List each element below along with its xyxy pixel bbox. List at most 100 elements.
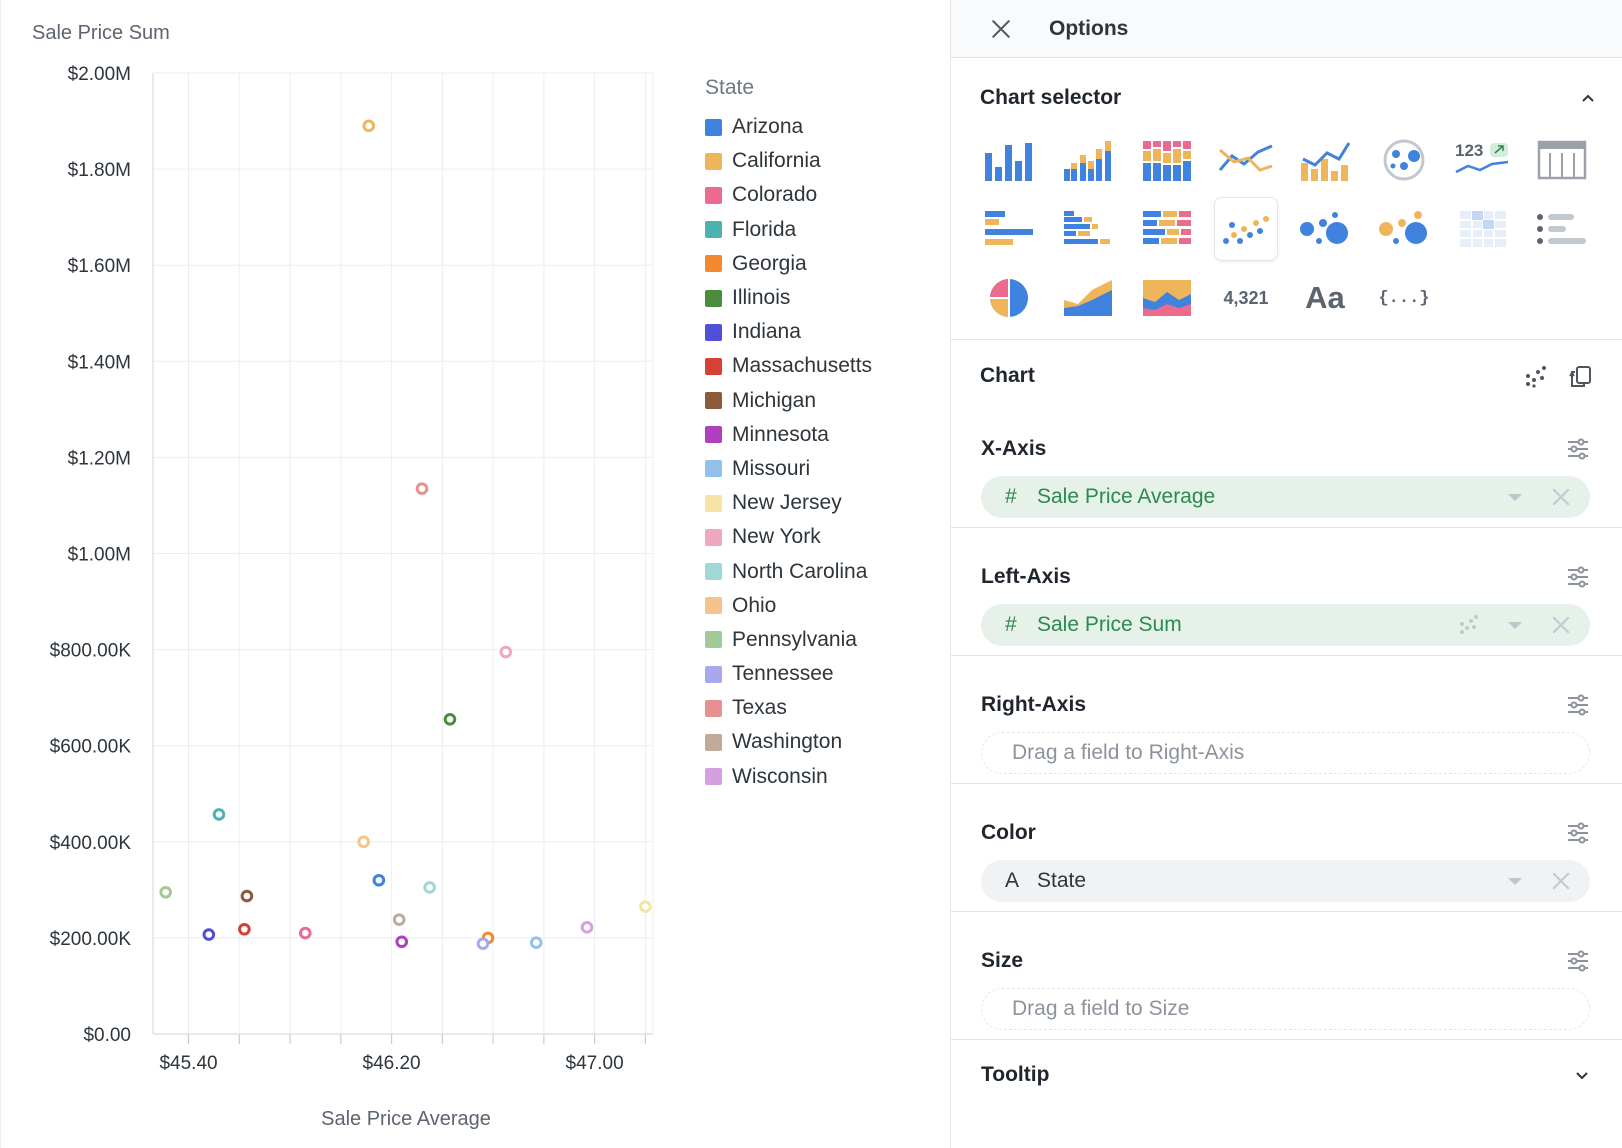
legend-item[interactable]: Washington xyxy=(705,725,945,759)
legend-swatch xyxy=(705,528,722,546)
legend-item[interactable]: Arizona xyxy=(705,110,945,144)
data-point xyxy=(476,937,490,950)
legend-label: Washington xyxy=(732,730,843,754)
divider xyxy=(951,655,1622,656)
right-axis-settings-icon[interactable] xyxy=(1566,693,1590,717)
remove-field-icon[interactable] xyxy=(1552,488,1570,506)
chevron-down-icon[interactable] xyxy=(1508,493,1522,501)
legend: State Arizona California Colorado Florida Ge… xyxy=(705,74,945,794)
y-tick-label: $1.20M xyxy=(68,448,131,469)
swap-chart-icon[interactable] xyxy=(1568,364,1594,390)
legend-swatch xyxy=(705,631,722,649)
trend-kpi-icon[interactable]: 123 xyxy=(1451,128,1515,192)
pivot-table-icon[interactable] xyxy=(1451,197,1515,261)
right-axis-drop-zone[interactable]: Drag a field to Right-Axis xyxy=(981,732,1590,774)
multi-bubble-chart-icon[interactable] xyxy=(1372,197,1436,261)
left-axis-field-pill[interactable]: # Sale Price Sum xyxy=(981,604,1590,646)
color-settings-icon[interactable] xyxy=(1566,821,1590,845)
pie-chart-icon[interactable] xyxy=(977,266,1041,330)
legend-swatch xyxy=(705,255,722,273)
legend-swatch xyxy=(705,733,722,751)
x-axis-title: X-Axis xyxy=(981,437,1047,460)
left-axis-settings-icon[interactable] xyxy=(1566,565,1590,589)
legend-item[interactable]: Massachusetts xyxy=(705,349,945,383)
stacked-area-chart-icon[interactable] xyxy=(1135,266,1199,330)
stacked-bar-chart-icon[interactable] xyxy=(1135,128,1199,192)
remove-field-icon[interactable] xyxy=(1552,872,1570,890)
color-field-pill[interactable]: A State xyxy=(981,860,1590,902)
legend-item[interactable]: Missouri xyxy=(705,452,945,486)
legend-label: Florida xyxy=(732,217,797,241)
legend-item[interactable]: New Jersey xyxy=(705,486,945,520)
number-chart-icon[interactable]: 4,321 xyxy=(1214,266,1278,330)
legend-item[interactable]: Pennsylvania xyxy=(705,623,945,657)
horizontal-bar-chart-icon[interactable] xyxy=(977,197,1041,261)
legend-item[interactable]: New York xyxy=(705,520,945,554)
legend-item[interactable]: Wisconsin xyxy=(705,760,945,794)
size-drop-zone[interactable]: Drag a field to Size xyxy=(981,988,1590,1030)
chevron-down-icon[interactable] xyxy=(1508,877,1522,885)
tooltip-title: Tooltip xyxy=(981,1063,1050,1086)
text-chart-icon[interactable]: Aa xyxy=(1293,266,1357,330)
right-axis-title: Right-Axis xyxy=(981,693,1086,716)
y-tick-label: $600.00K xyxy=(50,737,132,758)
y-tick-label: $400.00K xyxy=(50,833,132,854)
legend-swatch xyxy=(705,323,722,341)
legend-item[interactable]: Tennessee xyxy=(705,657,945,691)
grouped-bar-chart-icon[interactable] xyxy=(1056,128,1120,192)
numeric-type-icon: # xyxy=(1005,613,1017,636)
legend-item[interactable]: Michigan xyxy=(705,384,945,418)
svg-text:123: 123 xyxy=(1455,141,1483,160)
legend-label: Pennsylvania xyxy=(732,627,857,651)
y-tick-label: $1.00M xyxy=(68,545,131,566)
x-axis-field-pill[interactable]: # Sale Price Average xyxy=(981,476,1590,518)
legend-item[interactable]: Texas xyxy=(705,691,945,725)
legend-item[interactable]: Minnesota xyxy=(705,418,945,452)
legend-swatch xyxy=(705,699,722,717)
size-settings-icon[interactable] xyxy=(1566,949,1590,973)
legend-item[interactable]: Georgia xyxy=(705,247,945,281)
tooltip-section[interactable]: Tooltip xyxy=(981,1060,1590,1090)
legend-label: Tennessee xyxy=(732,662,834,686)
legend-swatch xyxy=(705,768,722,786)
legend-item[interactable]: California xyxy=(705,144,945,178)
size-field-block: Size Drag a field to Size xyxy=(981,946,1590,1030)
y-tick-label: $1.40M xyxy=(68,352,131,373)
bubble-chart-icon[interactable] xyxy=(1293,197,1357,261)
table-chart-icon[interactable] xyxy=(1530,128,1594,192)
chevron-up-icon[interactable] xyxy=(1580,91,1596,107)
data-point xyxy=(240,889,254,903)
y-tick-label: $0.00 xyxy=(83,1025,131,1046)
legend-item[interactable]: Illinois xyxy=(705,281,945,315)
legend-label: New York xyxy=(732,525,821,549)
legend-item[interactable]: Indiana xyxy=(705,315,945,349)
legend-swatch xyxy=(705,289,722,307)
close-icon[interactable] xyxy=(991,19,1011,39)
data-point xyxy=(357,835,370,849)
legend-item[interactable]: North Carolina xyxy=(705,554,945,588)
legend-item[interactable]: Colorado xyxy=(705,178,945,212)
legend-label: Massachusetts xyxy=(732,354,873,378)
series-scatter-icon[interactable] xyxy=(1458,614,1480,636)
legend-item[interactable]: Florida xyxy=(705,213,945,247)
scatter-type-icon[interactable] xyxy=(1524,364,1548,388)
remove-field-icon[interactable] xyxy=(1552,616,1570,634)
stacked-horizontal-bar-icon[interactable] xyxy=(1135,197,1199,261)
y-tick-label: $2.00M xyxy=(68,64,131,85)
map-chart-icon[interactable] xyxy=(1372,128,1436,192)
legend-label: New Jersey xyxy=(732,491,842,515)
chevron-down-icon[interactable] xyxy=(1574,1067,1590,1083)
chevron-down-icon[interactable] xyxy=(1508,621,1522,629)
line-chart-icon[interactable] xyxy=(1214,128,1278,192)
legend-item[interactable]: Ohio xyxy=(705,589,945,623)
scatter-chart-icon[interactable] xyxy=(1214,197,1278,261)
grouped-horizontal-bar-icon[interactable] xyxy=(1056,197,1120,261)
combo-chart-icon[interactable] xyxy=(1293,128,1357,192)
legend-swatch xyxy=(705,665,722,683)
area-chart-icon[interactable] xyxy=(1056,266,1120,330)
legend-label: Indiana xyxy=(732,320,801,344)
json-chart-icon[interactable]: {...} xyxy=(1372,266,1436,330)
bar-chart-icon[interactable] xyxy=(977,128,1041,192)
x-axis-settings-icon[interactable] xyxy=(1566,437,1590,461)
list-chart-icon[interactable] xyxy=(1530,197,1594,261)
